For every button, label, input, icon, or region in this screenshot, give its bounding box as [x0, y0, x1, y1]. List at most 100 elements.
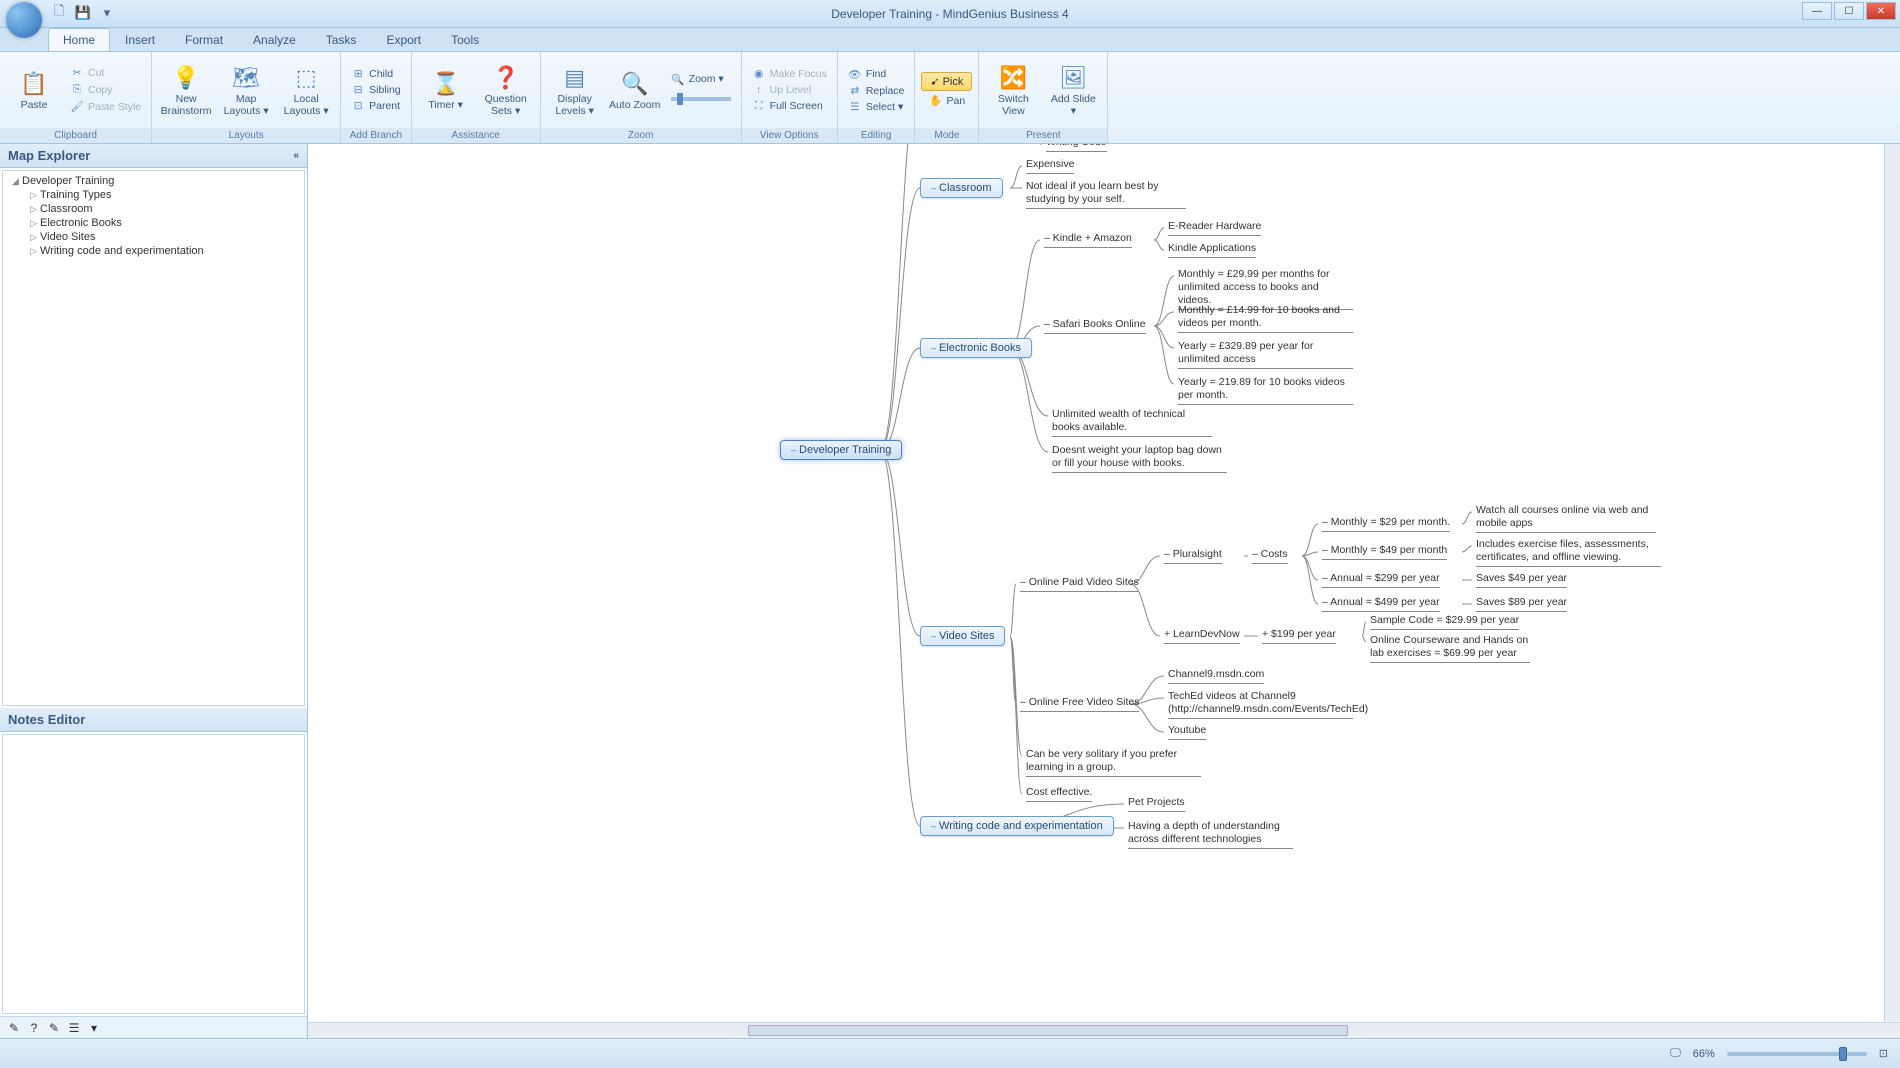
map-canvas[interactable]: –Developer Training–Training TypesClassr…	[308, 144, 1900, 1038]
tab-analyze[interactable]: Analyze	[238, 28, 311, 51]
map-leaf[interactable]: – Online Free Video Sites	[1020, 696, 1139, 712]
tree-item[interactable]: ▷Video Sites	[6, 230, 301, 244]
make-focus-button[interactable]: ◉Make Focus	[748, 67, 831, 81]
paste-button[interactable]: 📋Paste	[6, 67, 62, 113]
cut-button[interactable]: ✂Cut	[66, 66, 145, 80]
map-leaf[interactable]: Monthly = £14.99 for 10 books and videos…	[1178, 304, 1353, 333]
map-leaf[interactable]: TechEd videos at Channel9 (http://channe…	[1168, 690, 1353, 719]
map-node[interactable]: –Developer Training	[780, 440, 902, 460]
tool-icon-2[interactable]: ?	[26, 1020, 42, 1036]
map-leaf[interactable]: Youtube	[1168, 724, 1206, 740]
map-leaf[interactable]: Watch all courses online via web and mob…	[1476, 504, 1656, 533]
pick-mode-button[interactable]: ➹Pick	[921, 72, 972, 91]
timer-button[interactable]: ⌛Timer ▾	[418, 67, 474, 113]
up-level-button[interactable]: ↑Up Level	[748, 83, 831, 97]
close-button[interactable]: ✕	[1866, 2, 1896, 20]
map-leaf[interactable]: – Annual = $299 per year	[1322, 572, 1440, 588]
map-node[interactable]: –Writing code and experimentation	[920, 816, 1114, 836]
map-leaf[interactable]: Sample Code = $29.99 per year	[1370, 614, 1519, 630]
map-leaf[interactable]: Not ideal if you learn best by studying …	[1026, 180, 1186, 209]
select-button[interactable]: ☰Select ▾	[844, 100, 909, 114]
tool-icon-3[interactable]: ✎	[46, 1020, 62, 1036]
auto-zoom-button[interactable]: 🔍Auto Zoom	[607, 67, 663, 113]
zoom-slider[interactable]	[1727, 1052, 1867, 1056]
map-leaf[interactable]: – Safari Books Online	[1044, 318, 1146, 334]
map-leaf[interactable]: E-Reader Hardware	[1168, 220, 1261, 236]
add-parent-button[interactable]: ⊡Parent	[347, 99, 405, 113]
full-screen-button[interactable]: ⛶Full Screen	[748, 99, 831, 114]
app-orb[interactable]	[6, 2, 42, 38]
map-explorer-tree[interactable]: ◢Developer Training▷Training Types▷Class…	[2, 170, 305, 706]
map-leaf[interactable]: Kindle Applications	[1168, 242, 1256, 258]
vertical-scrollbar[interactable]	[1884, 144, 1900, 1022]
tab-export[interactable]: Export	[371, 28, 436, 51]
zoom-mini-slider[interactable]	[671, 97, 731, 101]
tool-icon-5[interactable]: ▾	[86, 1020, 102, 1036]
maximize-button[interactable]: ☐	[1834, 2, 1864, 20]
map-node[interactable]: –Electronic Books	[920, 338, 1032, 358]
new-brainstorm-button[interactable]: 💡New Brainstorm	[158, 61, 214, 119]
map-leaf[interactable]: Yearly = 219.89 for 10 books videos per …	[1178, 376, 1353, 405]
add-child-button[interactable]: ⊞Child	[347, 67, 405, 81]
question-sets-button[interactable]: ❓Question Sets ▾	[478, 61, 534, 119]
map-leaf[interactable]: Cost effective.	[1026, 786, 1092, 802]
map-leaf[interactable]: Saves $49 per year	[1476, 572, 1567, 588]
map-leaf[interactable]: Doesnt weight your laptop bag down or fi…	[1052, 444, 1227, 473]
map-leaf[interactable]: Channel9.msdn.com	[1168, 668, 1264, 684]
map-layouts-button[interactable]: 🗺Map Layouts ▾	[218, 61, 274, 119]
paste-style-button[interactable]: 🖌Paste Style	[66, 99, 145, 114]
map-leaf[interactable]: Pet Projects	[1128, 796, 1185, 812]
map-leaf[interactable]: + LearnDevNow	[1164, 628, 1240, 644]
map-leaf[interactable]: Can be very solitary if you prefer learn…	[1026, 748, 1201, 777]
view-mode-icon[interactable]: 🖵	[1670, 1047, 1681, 1060]
tree-item[interactable]: ▷Classroom	[6, 202, 301, 216]
qat-dropdown-icon[interactable]: ▾	[98, 4, 116, 22]
tab-tasks[interactable]: Tasks	[311, 28, 372, 51]
tree-item[interactable]: ▷Training Types	[6, 188, 301, 202]
map-leaf[interactable]: Yearly = £329.89 per year for unlimited …	[1178, 340, 1353, 369]
map-node[interactable]: –Video Sites	[920, 626, 1005, 646]
map-leaf[interactable]: – Annual = $499 per year	[1322, 596, 1440, 612]
map-leaf[interactable]: Having a depth of understanding across d…	[1128, 820, 1293, 849]
minimize-button[interactable]: —	[1802, 2, 1832, 20]
map-leaf[interactable]: – Online Paid Video Sites	[1020, 576, 1139, 592]
add-slide-button[interactable]: 🖼Add Slide ▾	[1045, 61, 1101, 119]
copy-button[interactable]: ⎘Copy	[66, 82, 145, 97]
map-leaf[interactable]: Includes exercise files, assessments, ce…	[1476, 538, 1661, 567]
local-layouts-button[interactable]: ⬚Local Layouts ▾	[278, 61, 334, 119]
tool-icon-1[interactable]: ✎	[6, 1020, 22, 1036]
map-leaf[interactable]: – Costs	[1252, 548, 1288, 564]
tree-item[interactable]: ▷Electronic Books	[6, 216, 301, 230]
tab-format[interactable]: Format	[170, 28, 238, 51]
tree-item[interactable]: ◢Developer Training	[6, 174, 301, 188]
horizontal-scrollbar[interactable]	[308, 1022, 1900, 1038]
map-leaf[interactable]: – Kindle + Amazon	[1044, 232, 1132, 248]
tab-tools[interactable]: Tools	[436, 28, 494, 51]
find-button[interactable]: 👁Find	[844, 67, 909, 82]
map-leaf[interactable]: Saves $89 per year	[1476, 596, 1567, 612]
map-leaf[interactable]: Unlimited wealth of technical books avai…	[1052, 408, 1212, 437]
display-levels-button[interactable]: ▤Display Levels ▾	[547, 61, 603, 119]
map-leaf[interactable]: – Pluralsight	[1164, 548, 1222, 564]
new-doc-icon[interactable]: 🗋	[50, 4, 68, 22]
map-node[interactable]: –Classroom	[920, 178, 1003, 198]
switch-view-button[interactable]: 🔀Switch View	[985, 61, 1041, 119]
map-leaf[interactable]: – Monthly = $49 per month	[1322, 544, 1447, 560]
map-leaf[interactable]: Expensive	[1026, 158, 1074, 174]
tool-icon-4[interactable]: ☰	[66, 1020, 82, 1036]
add-sibling-button[interactable]: ⊟Sibling	[347, 83, 405, 97]
map-leaf[interactable]: – Monthly = $29 per month.	[1322, 516, 1450, 532]
notes-editor-body[interactable]	[2, 734, 305, 1014]
save-icon[interactable]: 💾	[74, 4, 92, 22]
map-leaf[interactable]: Online Courseware and Hands on lab exerc…	[1370, 634, 1530, 663]
tree-item[interactable]: ▷Writing code and experimentation	[6, 244, 301, 258]
tab-insert[interactable]: Insert	[110, 28, 170, 51]
collapse-explorer-icon[interactable]: «	[293, 150, 299, 161]
pan-mode-button[interactable]: ✋Pan	[925, 93, 970, 108]
replace-button[interactable]: ⇄Replace	[844, 84, 909, 98]
map-leaf[interactable]: Writing Code	[1046, 144, 1107, 152]
zoom-button[interactable]: 🔍Zoom ▾	[667, 72, 735, 87]
map-leaf[interactable]: + $199 per year	[1262, 628, 1336, 644]
zoom-fit-icon[interactable]: ⊡	[1879, 1047, 1888, 1060]
tab-home[interactable]: Home	[48, 28, 110, 51]
